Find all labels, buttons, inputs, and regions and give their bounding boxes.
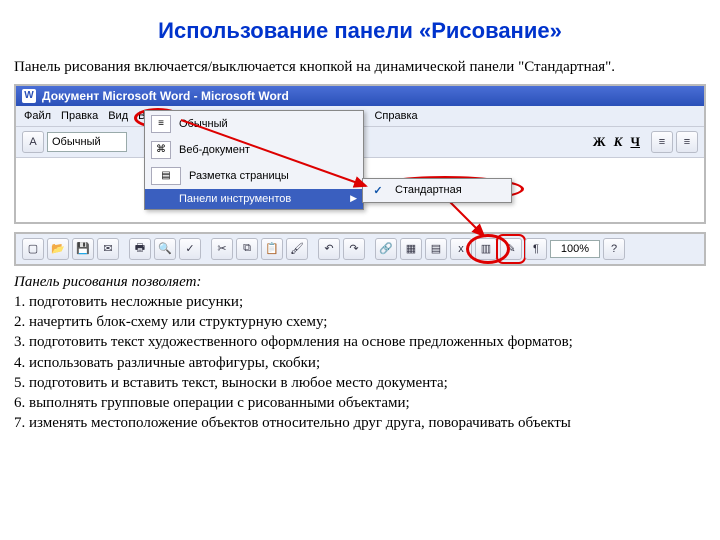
view-web-label: Веб-документ xyxy=(179,144,250,156)
submenu-standard-label: Стандартная xyxy=(395,184,462,196)
check-icon: ✓ xyxy=(371,184,385,197)
style-box[interactable]: Обычный xyxy=(47,132,127,152)
submenu-standard[interactable]: ✓ Стандартная xyxy=(363,179,511,202)
view-print-layout[interactable]: ▤ Разметка страницы xyxy=(145,163,363,189)
help-icon[interactable]: ? xyxy=(603,238,625,260)
cap-4: 4. использовать различные автофигуры, ск… xyxy=(14,353,706,373)
copy-icon[interactable]: ⧉ xyxy=(236,238,258,260)
submenu-arrow-icon: ▶ xyxy=(350,193,357,204)
undo-icon[interactable]: ↶ xyxy=(318,238,340,260)
spellcheck-icon[interactable]: ✓ xyxy=(179,238,201,260)
new-doc-icon[interactable]: ▢ xyxy=(22,238,44,260)
insert-table-icon[interactable]: ▤ xyxy=(425,238,447,260)
italic-button[interactable]: К xyxy=(614,134,623,150)
view-web[interactable]: ⌘ Веб-документ xyxy=(145,137,363,163)
window-title: Документ Microsoft Word - Microsoft Word xyxy=(42,89,289,103)
standard-toolbar-strip: ▢ 📂 💾 ✉ 🖶 🔍 ✓ ✂ ⧉ 📋 🖌 ↶ ↷ 🔗 ▦ ▤ x ▥ ✎ ¶ … xyxy=(14,232,706,266)
word-icon: W xyxy=(22,89,36,103)
view-normal-label: Обычный xyxy=(179,118,228,130)
print-icon[interactable]: 🖶 xyxy=(129,238,151,260)
menu-view[interactable]: Вид xyxy=(108,110,128,122)
titlebar: W Документ Microsoft Word - Microsoft Wo… xyxy=(16,86,704,106)
underline-button[interactable]: Ч xyxy=(630,134,640,150)
tables-borders-icon[interactable]: ▦ xyxy=(400,238,422,260)
menu-help[interactable]: Справка xyxy=(374,110,417,122)
doc-map-icon[interactable]: ¶ xyxy=(525,238,547,260)
cap-7: 7. изменять местоположение объектов отно… xyxy=(14,413,706,433)
columns-icon[interactable]: ▥ xyxy=(475,238,497,260)
view-print-layout-label: Разметка страницы xyxy=(189,170,289,182)
cap-2: 2. начертить блок-схему или структурную … xyxy=(14,312,706,332)
view-normal[interactable]: ≡ Обычный xyxy=(145,111,363,137)
toolbars-submenu: ✓ Стандартная xyxy=(362,178,512,203)
format-painter-icon[interactable]: 🖌 xyxy=(286,238,308,260)
drawing-icon[interactable]: ✎ xyxy=(500,238,522,260)
view-menu-dropdown: ≡ Обычный ⌘ Веб-документ ▤ Разметка стра… xyxy=(144,110,364,210)
cut-icon[interactable]: ✂ xyxy=(211,238,233,260)
print-layout-icon: ▤ xyxy=(151,167,181,185)
normal-view-icon: ≡ xyxy=(151,115,171,133)
excel-icon[interactable]: x xyxy=(450,238,472,260)
menu-file[interactable]: Файл xyxy=(24,110,51,122)
web-view-icon: ⌘ xyxy=(151,141,171,159)
zoom-box[interactable]: 100% xyxy=(550,240,600,258)
page-heading: Использование панели «Рисование» xyxy=(14,18,706,44)
save-icon[interactable]: 💾 xyxy=(72,238,94,260)
cap-3: 3. подготовить текст художественного офо… xyxy=(14,332,706,352)
open-icon[interactable]: 📂 xyxy=(47,238,69,260)
intro-text: Панель рисования включается/выключается … xyxy=(14,58,706,78)
cap-6: 6. выполнять групповые операции с рисова… xyxy=(14,393,706,413)
align-center-icon[interactable]: ≡ xyxy=(676,131,698,153)
style-dropdown-icon[interactable]: A xyxy=(22,131,44,153)
paste-icon[interactable]: 📋 xyxy=(261,238,283,260)
cap-1: 1. подготовить несложные рисунки; xyxy=(14,292,706,312)
capabilities-lead: Панель рисования позволяет: xyxy=(14,272,706,292)
mail-icon[interactable]: ✉ xyxy=(97,238,119,260)
redo-icon[interactable]: ↷ xyxy=(343,238,365,260)
menu-edit[interactable]: Правка xyxy=(61,110,98,122)
cap-5: 5. подготовить и вставить текст, выноски… xyxy=(14,373,706,393)
hyperlink-icon[interactable]: 🔗 xyxy=(375,238,397,260)
bold-button[interactable]: Ж xyxy=(593,134,606,150)
align-left-icon[interactable]: ≡ xyxy=(651,131,673,153)
word-window: W Документ Microsoft Word - Microsoft Wo… xyxy=(14,84,706,224)
view-toolbars[interactable]: Панели инструментов ▶ xyxy=(145,189,363,209)
preview-icon[interactable]: 🔍 xyxy=(154,238,176,260)
view-toolbars-label: Панели инструментов xyxy=(179,193,291,205)
capabilities-block: Панель рисования позволяет: 1. подготови… xyxy=(14,272,706,434)
